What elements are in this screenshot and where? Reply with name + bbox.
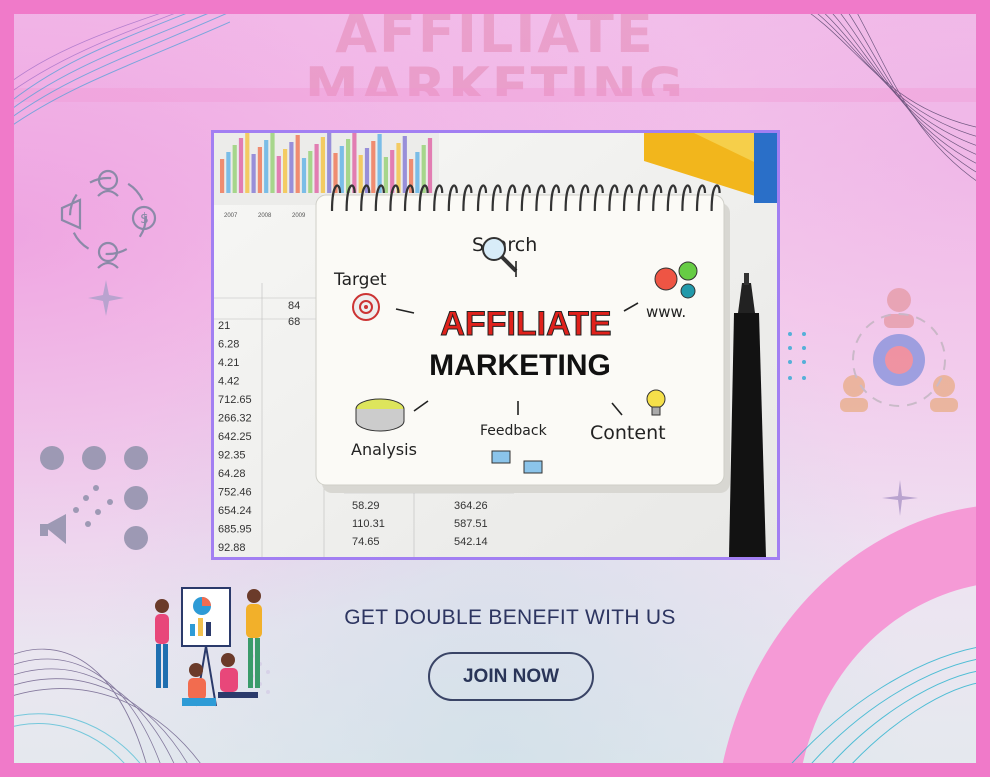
report-bar xyxy=(251,154,256,193)
team-network-icon xyxy=(840,288,958,412)
label-target: Target xyxy=(333,270,387,290)
report-bar xyxy=(339,146,344,193)
svg-text:$: $ xyxy=(140,211,149,227)
notebook-title-line1: AFFILIATE xyxy=(440,305,611,343)
report-value: 654.24 xyxy=(218,505,252,517)
report-value: 68 xyxy=(288,316,300,328)
report-bar xyxy=(301,158,307,193)
report-value: 712.65 xyxy=(218,394,252,406)
report-bar xyxy=(346,139,351,193)
report-value: 542.14 xyxy=(454,536,488,548)
report-bar xyxy=(308,151,313,193)
report-value: 4.21 xyxy=(218,357,239,369)
wave-lines-top-right xyxy=(789,0,990,191)
report-bar xyxy=(226,152,231,193)
report-value: 21 xyxy=(218,320,230,332)
report-bar xyxy=(232,145,237,193)
team-presentation-illustration xyxy=(155,587,270,707)
report-value: 364.26 xyxy=(454,500,488,512)
report-value: 587.51 xyxy=(454,518,488,530)
report-value: 685.95 xyxy=(218,524,252,536)
report-value: 752.46 xyxy=(218,487,252,499)
report-bar xyxy=(320,137,325,193)
report-year-label: 2009 xyxy=(292,213,306,219)
notebook-title-line2: MARKETING xyxy=(429,349,611,382)
report-value: 266.32 xyxy=(218,413,252,425)
referral-network-icon xyxy=(40,446,148,550)
analysis-pie-icon xyxy=(355,398,405,432)
report-bar xyxy=(383,157,388,193)
report-value: 84 xyxy=(288,300,300,312)
report-bar xyxy=(276,156,281,193)
report-value: 6.28 xyxy=(218,339,239,351)
report-bar xyxy=(270,133,275,193)
wave-lines-top-left xyxy=(0,0,230,135)
report-value: 74.65 xyxy=(352,536,380,548)
join-now-button[interactable]: JOIN NOW xyxy=(428,652,594,701)
report-bar xyxy=(220,159,225,193)
report-year-label: 2008 xyxy=(258,213,272,219)
report-bar xyxy=(377,134,382,193)
report-value: 64.28 xyxy=(218,468,246,480)
report-value: 92.35 xyxy=(218,450,246,462)
report-bar xyxy=(314,144,319,193)
report-bar xyxy=(427,138,433,193)
target-icon xyxy=(352,293,380,321)
label-feedback: Feedback xyxy=(480,423,548,439)
report-bar xyxy=(352,133,357,193)
report-value: 110.31 xyxy=(352,518,385,530)
report-value: 4.42 xyxy=(218,376,239,388)
report-bar xyxy=(371,141,376,193)
report-bar xyxy=(257,147,262,193)
marketing-cycle-icon: $ xyxy=(60,169,157,269)
report-bar xyxy=(402,136,407,193)
report-year-label: 2007 xyxy=(224,213,238,219)
report-bar xyxy=(415,152,420,193)
report-bar xyxy=(327,133,332,193)
report-value: 58.29 xyxy=(352,500,380,512)
report-value: 92.88 xyxy=(218,542,246,554)
label-content: Content xyxy=(590,422,666,444)
label-analysis: Analysis xyxy=(351,440,417,459)
report-bar xyxy=(289,142,294,193)
report-bar xyxy=(238,138,244,193)
report-bar xyxy=(358,155,363,193)
report-bar xyxy=(295,135,300,193)
report-value: 642.25 xyxy=(218,431,252,443)
dotted-grid-icon xyxy=(788,332,806,380)
report-bar xyxy=(264,140,269,193)
report-bar xyxy=(245,133,250,193)
headline: GET DOUBLE BENEFIT WITH US xyxy=(344,606,676,629)
sparkle-icon xyxy=(88,280,124,316)
hero-photo: 200720082009201020112012 8468216.284.214… xyxy=(211,130,780,560)
label-www: www. xyxy=(646,303,686,321)
affiliate-marketing-notebook-image: 200720082009201020112012 8468216.284.214… xyxy=(214,133,777,557)
report-bar xyxy=(283,149,288,193)
